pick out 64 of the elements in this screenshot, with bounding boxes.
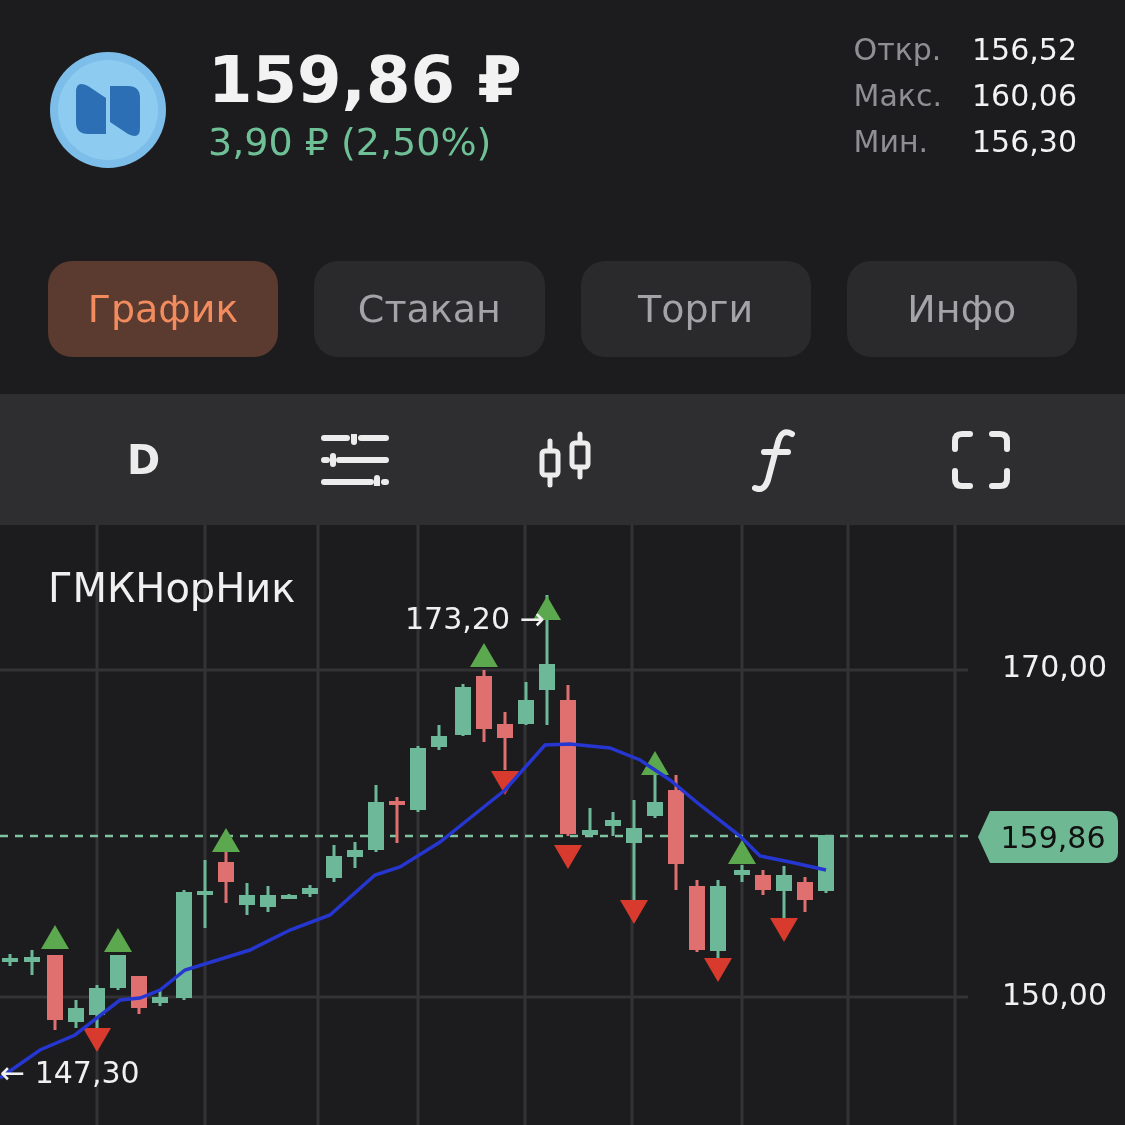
rising-candle	[152, 990, 168, 1006]
price-change: 3,90 ₽ (2,50%)	[208, 118, 493, 166]
fullscreen-icon	[952, 430, 1011, 489]
down-signal-marker	[704, 958, 732, 982]
rising-candle	[368, 785, 384, 852]
ticker-name: ГМКНорНик	[48, 565, 296, 611]
rising-candle	[431, 725, 447, 750]
falling-candle	[389, 797, 405, 843]
down-signal-marker	[491, 771, 519, 795]
stat-value: 160,06	[972, 76, 1077, 115]
function-icon	[751, 427, 796, 492]
up-signal-marker	[641, 751, 669, 775]
rising-candle	[302, 885, 318, 897]
up-signal-marker	[470, 643, 498, 667]
rising-candle	[2, 954, 18, 966]
falling-candle	[797, 877, 813, 912]
rising-candle	[347, 842, 363, 868]
tab[interactable]: Стакан	[314, 261, 545, 358]
stat-label: Откр.	[853, 30, 942, 69]
sliders-icon	[321, 433, 390, 486]
rising-candle	[260, 886, 276, 912]
stat-value: 156,30	[972, 122, 1077, 161]
falling-candle	[476, 670, 492, 742]
logo-icon	[48, 49, 168, 170]
rising-candle	[24, 950, 40, 975]
up-signal-marker	[728, 840, 756, 864]
falling-candle	[218, 850, 234, 903]
current-price: 159,86 ₽	[208, 41, 523, 118]
tab[interactable]: График	[48, 261, 279, 358]
rising-candle	[110, 955, 126, 990]
axis-label: 170,00	[1002, 649, 1107, 684]
rising-candle	[818, 835, 834, 893]
tab[interactable]: Торги	[580, 261, 811, 358]
falling-candle	[755, 870, 771, 895]
falling-candle	[497, 712, 513, 770]
rising-candle	[281, 894, 297, 899]
rising-candle	[582, 808, 598, 836]
rising-candle	[455, 684, 471, 736]
rising-candle	[410, 746, 426, 812]
down-signal-marker	[620, 900, 648, 924]
down-signal-marker	[554, 845, 582, 869]
up-signal-marker	[41, 925, 69, 949]
period-button[interactable]: D	[113, 426, 174, 493]
down-signal-marker	[83, 1028, 111, 1052]
rising-candle	[605, 812, 621, 836]
rising-candle	[197, 860, 213, 928]
tab[interactable]: Инфо	[846, 261, 1077, 358]
current-price-tag: 159,86	[978, 811, 1118, 863]
down-signal-marker	[770, 918, 798, 942]
rising-candle	[239, 883, 255, 915]
stat-label: Мин.	[853, 122, 930, 161]
axis-label: 150,00	[1002, 977, 1107, 1012]
high-price-label: 173,20 →	[405, 601, 545, 636]
up-signal-marker	[104, 928, 132, 952]
rising-candle	[68, 1000, 84, 1028]
stat-label: Макс.	[853, 76, 942, 115]
falling-candle	[131, 976, 147, 1014]
up-signal-marker	[212, 828, 240, 852]
rising-candle	[518, 682, 534, 725]
rising-candle	[776, 866, 792, 918]
rising-candle	[326, 845, 342, 882]
stat-value: 156,52	[972, 30, 1077, 69]
rising-candle	[647, 775, 663, 818]
falling-candle	[689, 880, 705, 952]
